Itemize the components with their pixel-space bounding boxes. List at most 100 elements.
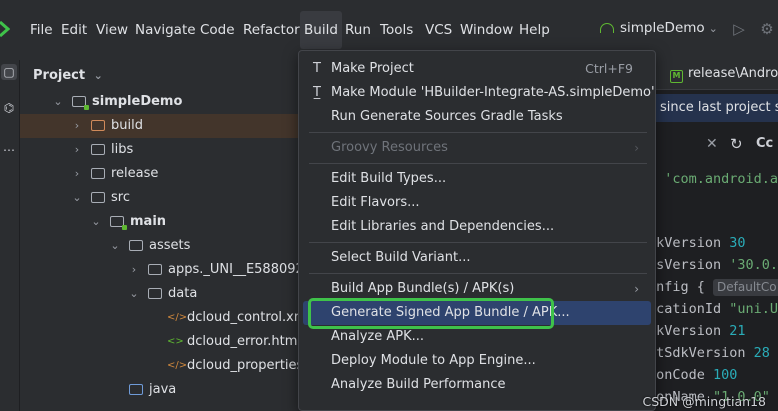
code-line[interactable]: : 'com.android.a	[648, 168, 778, 190]
build-menu-item-make-project[interactable]: T Make Project Ctrl+F9	[303, 57, 651, 81]
match-case-toggle[interactable]: Cc	[756, 136, 773, 151]
expand-arrow-icon[interactable]: ⌄	[71, 186, 83, 210]
find-bar: ✕ ↻ Cc	[656, 130, 778, 160]
tree-item-build[interactable]: › build	[20, 114, 300, 138]
tree-item-label: dcloud_control.xml	[187, 310, 300, 325]
menu-window[interactable]: Window	[460, 20, 513, 40]
project-tool-icon[interactable]: ▢	[1, 64, 17, 80]
menu-view[interactable]: View	[96, 20, 128, 40]
code-token: 100	[713, 367, 738, 383]
tree-item-label: main	[130, 214, 167, 229]
tree-item-label: assets	[149, 238, 191, 253]
build-menu-dropdown: T Make Project Ctrl+F9 T̲ Make Module 'HBuil…	[298, 50, 656, 411]
menu-tools[interactable]: Tools	[380, 20, 413, 40]
tree-item-dcloud-control-xml[interactable]: </> dcloud_control.xml	[20, 306, 300, 330]
build-menu-item-make-module-hbuilder-integrate-as-simpledemo[interactable]: T̲ Make Module 'HBuilder-Integrate-AS.sim…	[303, 81, 655, 105]
chevron-down-icon: ⌄	[708, 22, 718, 35]
menu-code[interactable]: Code	[200, 20, 235, 40]
expand-arrow-icon[interactable]: ⌄	[52, 90, 64, 114]
tree-item-dcloud-error-html[interactable]: <> dcloud_error.html	[20, 330, 300, 354]
hammer-icon: T	[313, 61, 321, 76]
module-folder-icon	[110, 216, 127, 230]
tree-item-simpledemo[interactable]: ⌄ simpleDemo	[20, 90, 300, 114]
run-configuration-selector[interactable]: simpleDemo ⌄	[600, 20, 718, 36]
editor-tab-label: release\Androic	[688, 66, 778, 81]
tree-item-main[interactable]: ⌄ main	[20, 210, 300, 234]
tree-item-release[interactable]: › release	[20, 162, 300, 186]
folder-icon	[91, 144, 105, 155]
collapse-arrow-icon[interactable]: ›	[71, 162, 83, 186]
xml-file-icon: </>	[167, 312, 188, 323]
menu-item-label: Groovy Resources	[331, 140, 448, 155]
tree-item-src[interactable]: ⌄ src	[20, 186, 300, 210]
menu-navigate[interactable]: Navigate	[135, 20, 196, 40]
highlight-annotation-box	[308, 298, 554, 329]
tree-item-data[interactable]: ⌄ data	[20, 282, 300, 306]
tree-item-label: dcloud_properties.:	[187, 358, 300, 373]
tree-item-label: apps._UNI__E588092.w	[168, 262, 300, 277]
code-line[interactable]: ionCode 100	[648, 364, 737, 386]
project-panel: Project ⌄ ⌄ simpleDemo › build › libs › release…	[20, 60, 300, 411]
menu-item-label: Make Module 'HBuilder-Integrate-AS.simpl…	[331, 85, 655, 100]
build-menu-item-run-generate-sources-gradle-tasks[interactable]: Run Generate Sources Gradle Tasks	[303, 105, 651, 129]
code-line[interactable]: lsVersion '30.0.	[648, 254, 778, 276]
build-menu-item-edit-libraries-and-dependencies[interactable]: Edit Libraries and Dependencies...	[303, 215, 651, 239]
menu-vcs[interactable]: VCS	[425, 20, 452, 40]
debug-icon[interactable]: ⚙	[756, 18, 778, 40]
tree-item-java[interactable]: java	[20, 378, 300, 402]
more-tools-icon[interactable]: ⋯	[1, 142, 17, 158]
build-menu-item-edit-flavors[interactable]: Edit Flavors...	[303, 191, 651, 215]
menu-item-label: Build App Bundle(s) / APK(s)	[331, 281, 515, 296]
code-line[interactable]: onfig { DefaultCo	[648, 276, 778, 298]
code-line[interactable]: icationId "uni.U	[648, 298, 778, 320]
close-icon[interactable]: ✕	[706, 136, 718, 152]
menu-item-label: Edit Libraries and Dependencies...	[331, 219, 555, 234]
menu-item-label: Analyze Build Performance	[331, 377, 506, 392]
menu-build[interactable]: Build	[300, 11, 342, 49]
tree-item-libs[interactable]: › libs	[20, 138, 300, 162]
build-menu-item-edit-build-types[interactable]: Edit Build Types...	[303, 167, 651, 191]
menu-item-label: Make Project	[331, 61, 414, 76]
menu-run[interactable]: Run	[345, 20, 371, 40]
folder-icon	[148, 264, 162, 275]
menu-item-label: Run Generate Sources Gradle Tasks	[331, 109, 563, 124]
refresh-icon[interactable]: ↻	[730, 135, 743, 153]
code-token: dkVersion	[648, 323, 730, 339]
expand-arrow-icon[interactable]: ⌄	[109, 234, 121, 258]
tree-item-apps-uni-e588092-w[interactable]: › apps._UNI__E588092.w	[20, 258, 300, 282]
collapse-arrow-icon[interactable]: ›	[71, 138, 83, 162]
android-icon	[600, 23, 614, 33]
tree-item-assets[interactable]: ⌄ assets	[20, 234, 300, 258]
project-panel-title[interactable]: Project ⌄	[33, 64, 103, 88]
watermark: CSDN @mingtian18	[642, 394, 766, 409]
tree-item-label: java	[149, 382, 177, 397]
menu-help[interactable]: Help	[519, 20, 550, 40]
tree-item-dcloud-properties[interactable]: </> dcloud_properties.:	[20, 354, 300, 378]
menu-refactor[interactable]: Refactor	[243, 20, 300, 40]
commit-tool-icon[interactable]: ⌬	[1, 100, 17, 116]
tree-item-label: build	[111, 118, 143, 133]
code-token: icationId	[648, 301, 730, 317]
expand-arrow-icon[interactable]: ⌄	[128, 282, 140, 306]
code-token: 28	[753, 345, 770, 361]
expand-arrow-icon[interactable]: ⌄	[90, 210, 102, 234]
run-icon[interactable]: ▷	[728, 18, 750, 40]
code-token: ionCode	[648, 367, 714, 383]
collapse-arrow-icon[interactable]: ›	[128, 258, 140, 282]
menu-item-shortcut: Ctrl+F9	[585, 61, 633, 76]
code-line[interactable]: etSdkVersion 28	[648, 342, 770, 364]
menu-separator	[309, 132, 647, 133]
code-line[interactable]: dkVersion 21	[648, 320, 746, 342]
module-file-icon: M	[670, 70, 683, 83]
build-menu-item-analyze-build-performance[interactable]: Analyze Build Performance	[303, 373, 651, 397]
menu-edit[interactable]: Edit	[61, 20, 87, 40]
build-menu-item-select-build-variant[interactable]: Select Build Variant...	[303, 246, 651, 270]
code-line[interactable]: dkVersion 30	[648, 232, 746, 254]
build-menu-item-deploy-module-to-app-engine[interactable]: Deploy Module to App Engine...	[303, 349, 651, 373]
code-token: "uni.U	[729, 301, 778, 317]
tree-item-label: release	[111, 166, 159, 181]
module-hammer-icon: T̲	[313, 85, 321, 100]
collapse-arrow-icon[interactable]: ›	[71, 114, 83, 138]
menu-file[interactable]: File	[30, 20, 53, 40]
editor-tab[interactable]: Mrelease\Androic	[670, 66, 778, 83]
